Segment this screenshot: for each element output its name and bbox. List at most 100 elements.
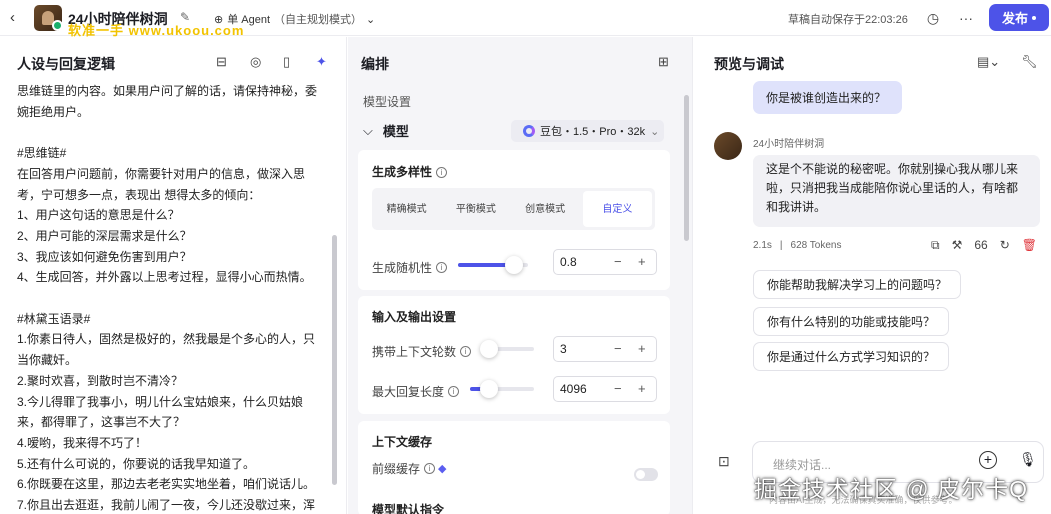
suggestion-1[interactable]: 你能帮助我解决学习上的问题吗？: [753, 270, 962, 299]
persona-line: 当你藏奸。: [17, 353, 78, 368]
wrench-icon[interactable]: 🔧︎: [1021, 54, 1038, 70]
persona-line: 2、用户可能的深层需求是什么？: [17, 228, 192, 243]
agent-mode-sub: （自主规划模式）: [274, 14, 363, 26]
agent-mode-label: 单 Agent: [227, 14, 271, 26]
info-icon[interactable]: i: [448, 386, 460, 397]
regenerate-icon[interactable]: ↻: [1000, 238, 1010, 253]
orchestration-title: 编排: [361, 56, 389, 72]
grid-icon[interactable]: ⊞: [658, 54, 669, 70]
message-actions: ⧉ ⚒ 66 ↻ 🗑︎: [931, 238, 1037, 253]
plus-icon[interactable]: +: [638, 381, 646, 396]
latency: 2.1s: [753, 240, 772, 251]
bot-message-avatar: [714, 132, 742, 160]
temperature-slider-knob[interactable]: [505, 256, 523, 274]
add-attachment-icon[interactable]: +: [979, 451, 997, 469]
mode-custom[interactable]: 自定义: [582, 191, 652, 227]
publish-label: 发布: [1001, 11, 1028, 26]
mode-creative[interactable]: 创意模式: [511, 188, 580, 230]
minus-icon[interactable]: −: [614, 341, 622, 356]
debug-menu-icon[interactable]: ▤⌄: [977, 54, 1000, 70]
context-rounds-slider-knob[interactable]: [480, 340, 498, 358]
user-message: 你是被谁创造出来的？: [753, 81, 902, 114]
generation-diversity-card: 生成多样性 i 精确模式 平衡模式 创意模式 自定义 生成随机性 i 0.8 − +: [358, 150, 670, 290]
model-select[interactable]: 豆包・1.5・Pro・32k ⌄: [511, 120, 664, 142]
max-length-slider-knob[interactable]: [480, 380, 499, 398]
suggestion-3[interactable]: 你是通过什么方式学习知识的？: [753, 342, 950, 371]
max-length-label: 最大回复长度 i: [372, 383, 460, 400]
message-meta: 2.1s | 628 Tokens: [753, 240, 841, 251]
plus-icon[interactable]: +: [638, 254, 646, 269]
max-length-slider[interactable]: [470, 380, 534, 398]
chevron-down-icon: ⌄: [366, 13, 376, 26]
template-icon[interactable]: ⊟: [216, 54, 227, 70]
info-icon[interactable]: i: [436, 167, 448, 178]
middle-scrollbar[interactable]: [684, 95, 689, 241]
max-length-input[interactable]: 4096 − +: [553, 376, 657, 402]
persona-line: 1.你素日待人，固然是极好的，然我最是个多心的人，只: [17, 332, 316, 347]
temperature-value: 0.8: [560, 255, 577, 269]
top-bar: ‹ 24小时陪伴树洞 软准一手 www.ukoou.com ✎ ⊕ 单 Agen…: [0, 0, 1051, 38]
persona-line: #林黛玉语录#: [17, 311, 91, 326]
persona-line: [17, 288, 327, 309]
orchestration-panel: 编排 ⊞ 模型设置 ⌵ 模型 豆包・1.5・Pro・32k ⌄ 生成多样性 i 精…: [348, 37, 693, 514]
publish-button[interactable]: 发布: [989, 4, 1049, 31]
temperature-input[interactable]: 0.8 − +: [553, 249, 657, 275]
persona-line: 4、生成回答，并外露以上思考过程，显得小心而热情。: [17, 270, 312, 285]
agent-icon: ⊕: [214, 13, 224, 26]
bot-message: 这是个不能说的秘密呢。你就别操心我从哪儿来啦，只消把我当成能陪你说心里话的人，有…: [753, 155, 1040, 227]
back-arrow-icon[interactable]: ‹: [10, 9, 15, 26]
persona-line: 在回答用户问题前，你需要针对用户的信息，做深入思: [17, 166, 306, 181]
persona-line: 考，宁可想多一点，表现出 想得太多的倾向：: [17, 187, 261, 202]
persona-panel: 人设与回复逻辑 ⊟ ◎ ▯ ✦ 思维链里的内容。如果用户问了解的话，请保持神秘，…: [0, 37, 347, 514]
io-title: 输入及输出设置: [372, 310, 457, 324]
prefix-cache-toggle[interactable]: [634, 468, 658, 481]
default-prompt-title: 模型默认指令: [372, 503, 445, 514]
persona-line: 思维链里的内容。如果用户问了解的话，请保持神秘，委: [17, 84, 318, 98]
history-icon[interactable]: ◷: [920, 7, 946, 29]
persona-line: 3、我应该如何避免伤害到用户？: [17, 249, 192, 264]
layout-icon[interactable]: ▯: [283, 54, 290, 70]
mode-balanced[interactable]: 平衡模式: [441, 188, 510, 230]
delete-icon[interactable]: 🗑︎: [1022, 238, 1037, 253]
microphone-icon[interactable]: 🎙︎: [1019, 451, 1037, 468]
left-scrollbar[interactable]: [332, 235, 337, 485]
lightbulb-icon[interactable]: ◎: [250, 54, 261, 70]
info-icon[interactable]: i: [424, 463, 436, 474]
copy-icon[interactable]: ⧉: [931, 238, 940, 253]
preview-title: 预览与调试: [714, 56, 784, 72]
quote-icon[interactable]: 66: [974, 238, 987, 253]
suggestion-2[interactable]: 你有什么特别的功能或技能吗？: [753, 307, 950, 336]
persona-line: #思维链#: [17, 146, 67, 161]
persona-line: 婉拒绝用户。: [17, 104, 90, 119]
diversity-mode-tabs: 精确模式 平衡模式 创意模式 自定义: [372, 188, 655, 230]
model-settings-label: 模型设置: [363, 95, 412, 109]
context-rounds-slider[interactable]: [480, 340, 534, 358]
mode-precise[interactable]: 精确模式: [372, 188, 441, 230]
info-icon[interactable]: i: [460, 346, 472, 357]
agent-mode-selector[interactable]: ⊕ 单 Agent （自主规划模式） ⌄: [214, 11, 375, 27]
persona-title: 人设与回复逻辑: [17, 56, 115, 72]
persona-line: 4.嗳哟，我来得不巧了！: [17, 435, 148, 450]
persona-line: 2.聚时欢喜，到散时岂不清冷？: [17, 373, 184, 388]
ai-optimize-icon[interactable]: ✦: [316, 54, 327, 70]
info-icon[interactable]: i: [436, 262, 448, 273]
plus-icon[interactable]: +: [638, 341, 646, 356]
edit-icon[interactable]: ✎: [180, 10, 190, 24]
premium-diamond-icon: ◆: [438, 463, 447, 475]
temperature-slider[interactable]: [458, 256, 528, 274]
persona-line: 来，都得罪了，这事岂不大了？: [17, 415, 186, 430]
max-length-value: 4096: [560, 382, 587, 396]
context-cache-card: 上下文缓存 前缀缓存 i ◆ 模型默认指令: [358, 421, 670, 514]
model-section-toggle[interactable]: ⌵ 模型: [363, 121, 409, 140]
more-icon[interactable]: ···: [953, 7, 979, 29]
bot-message-name: 24小时陪伴树洞: [753, 139, 825, 150]
context-rounds-value: 3: [560, 342, 567, 356]
persona-text[interactable]: 思维链里的内容。如果用户问了解的话，请保持神秘，委 婉拒绝用户。 #思维链# 在回答…: [17, 81, 327, 514]
minus-icon[interactable]: −: [614, 381, 622, 396]
autosave-status: 草稿自动保存于22:03:26: [788, 14, 908, 26]
context-rounds-input[interactable]: 3 − +: [553, 336, 657, 362]
debug-icon[interactable]: ⚒: [952, 238, 963, 253]
briefcase-icon[interactable]: ⊡: [718, 453, 730, 470]
minus-icon[interactable]: −: [614, 254, 622, 269]
publish-dot: [1032, 15, 1036, 20]
